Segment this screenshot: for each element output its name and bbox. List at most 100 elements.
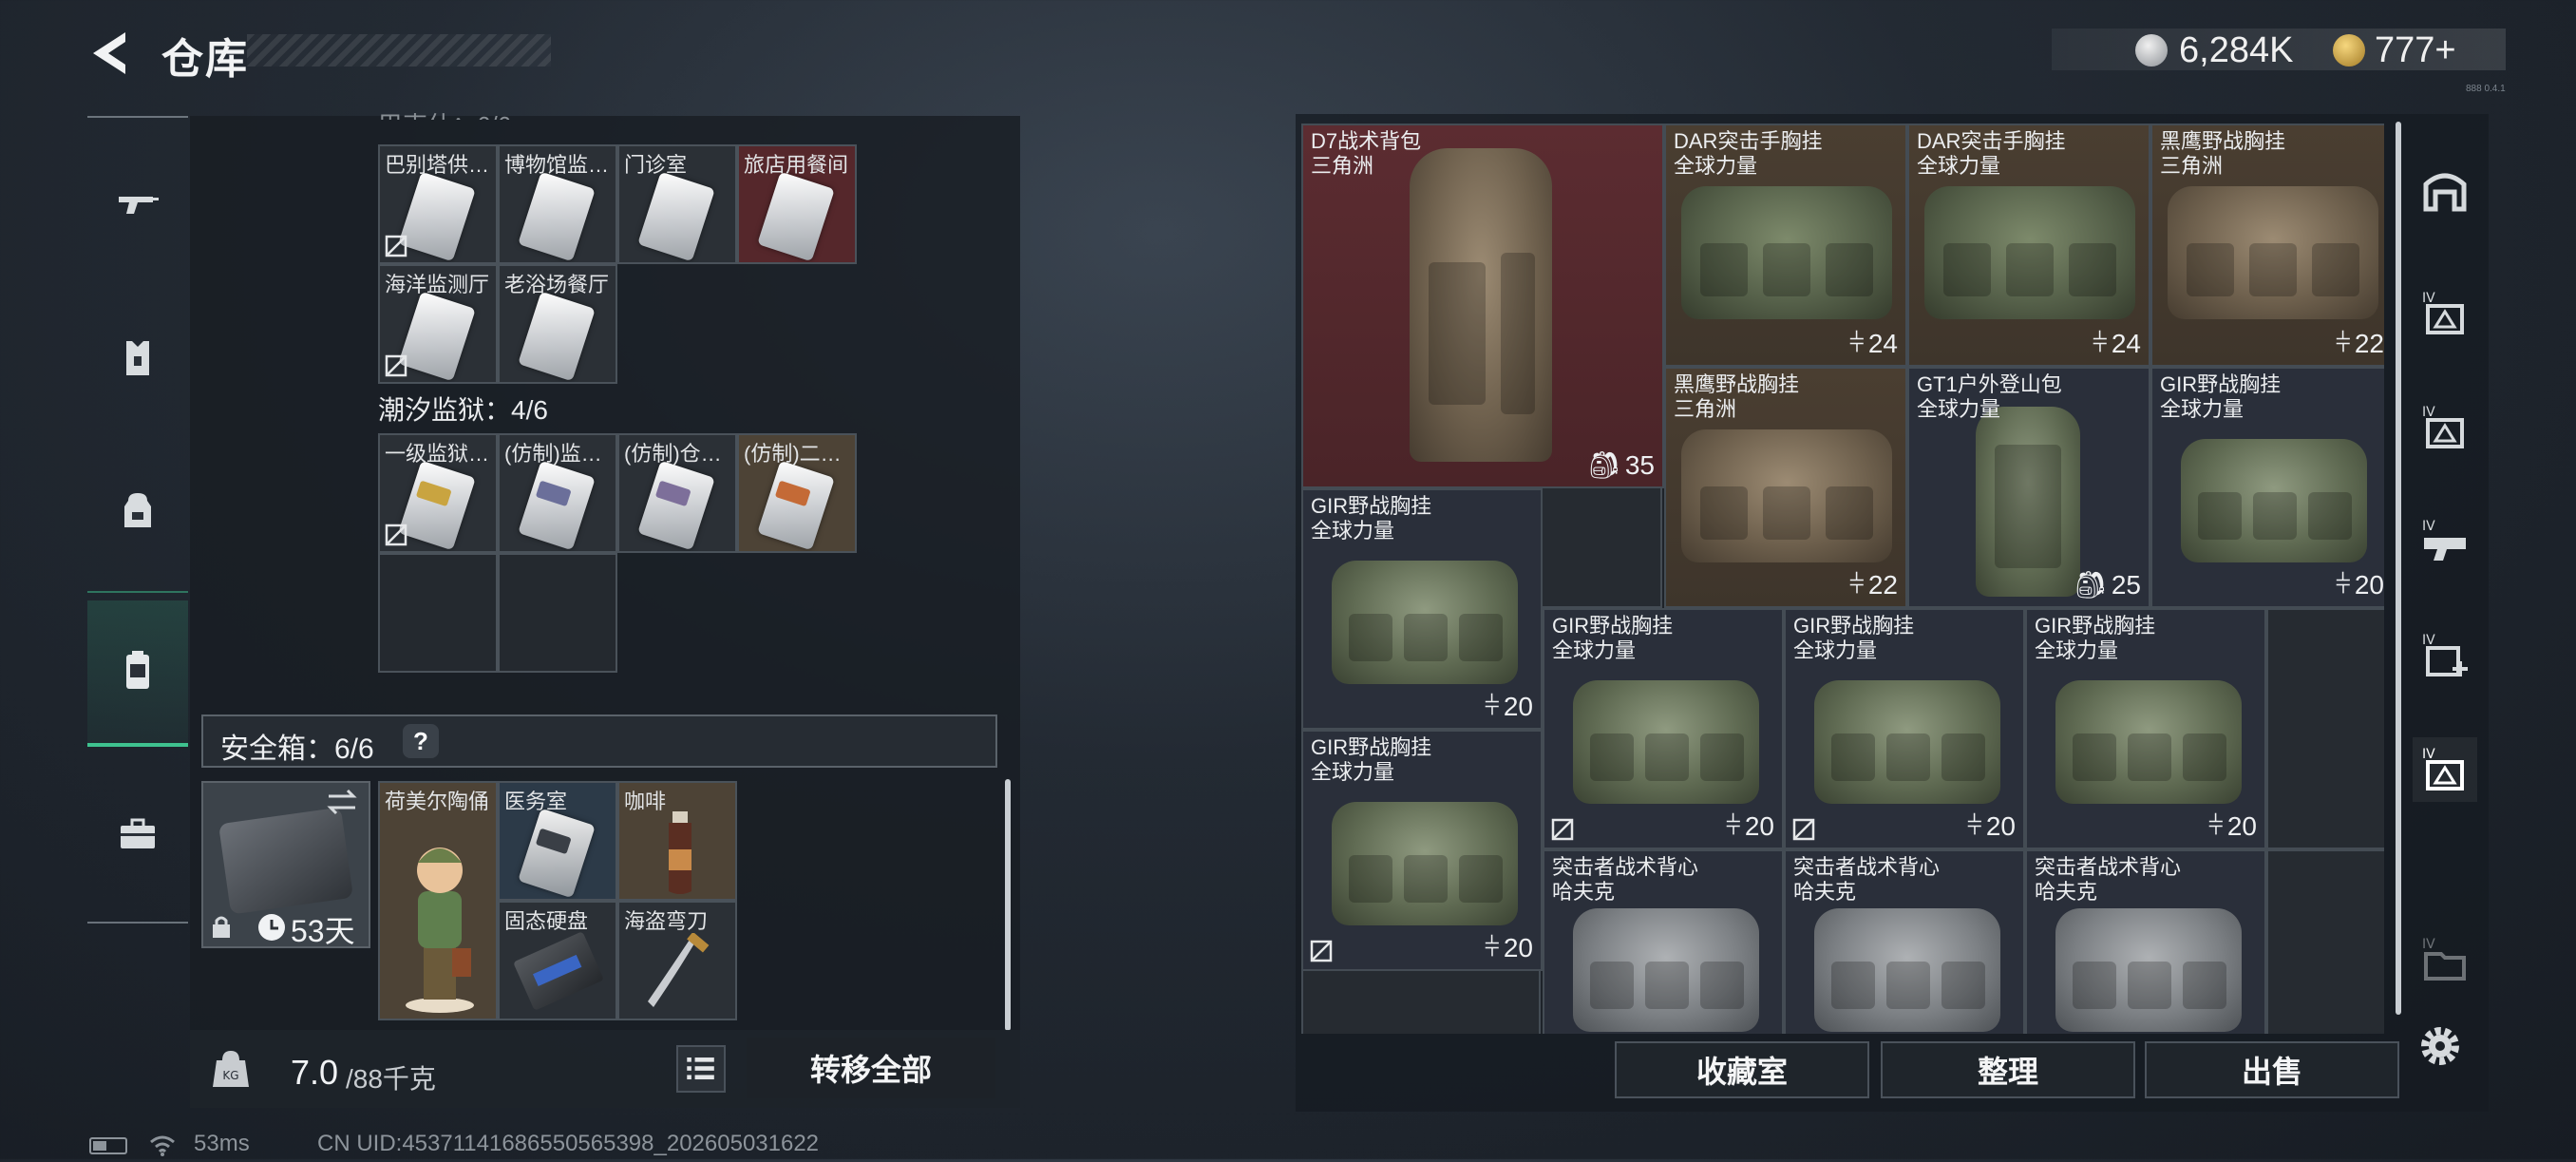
warehouse-tabs: IV IV IV IV IV IV [2399, 114, 2489, 1064]
warehouse-item[interactable]: 突击者战术背心 哈夫克 [1543, 849, 1784, 1034]
figurine-image [406, 848, 474, 1013]
tab-storage-5[interactable]: IV [2413, 737, 2477, 802]
back-arrow-icon[interactable] [87, 29, 133, 78]
warehouse-item[interactable]: GIR野战胸挂 全球力量 ⫩ 20 [1784, 608, 2025, 849]
backpack-icon: 🎒︎ [2074, 570, 2108, 600]
key-name: 巴别塔供… [385, 153, 490, 177]
key-slot[interactable]: (仿制)仓… [617, 433, 737, 553]
item-name: D7战术背包 三角洲 [1311, 129, 1422, 178]
item-durability: ⫩ 20 [2207, 810, 2257, 841]
ticket-value[interactable]: 777+ [2375, 30, 2456, 71]
item-durability: ⫩ 22 [1848, 569, 1898, 600]
nav-divider [87, 591, 188, 593]
ssd-image [513, 931, 604, 1011]
item-name: DAR突击手胸挂 全球力量 [1674, 129, 1823, 178]
safe-item-coffee[interactable]: 咖啡 [617, 781, 737, 901]
nav-item-armor[interactable] [87, 287, 188, 429]
item-durability: 🎒︎ 35 [1587, 449, 1655, 481]
warehouse-item[interactable]: 突击者战术背心 哈夫克 [2025, 849, 2266, 1034]
gun-case-icon: IV [2422, 519, 2466, 561]
vest-icon: ⫩ [2207, 810, 2224, 840]
uid-text: CN UID:4537114168655056539​8_20260503162… [317, 1131, 820, 1156]
key-slot[interactable]: 老浴场餐厅 [498, 264, 617, 384]
ping-text: 53ms [194, 1131, 250, 1156]
item-durability: ⫩ 22 [2335, 328, 2384, 358]
lock-icon [211, 914, 232, 939]
safe-item-key[interactable]: 医务室 [498, 781, 617, 901]
key-slot[interactable]: 海洋监测厅 [378, 264, 498, 384]
warehouse-item[interactable]: GIR野战胸挂 全球力量 ⫩ 20 [1543, 608, 1784, 849]
transfer-all-button[interactable]: 转移全部 [747, 1038, 995, 1098]
warehouse-item[interactable]: 黑鹰野战胸挂 三角洲 ⫩ 22 [1664, 367, 1907, 608]
vest-icon: ⫩ [2335, 569, 2351, 599]
warehouse-item[interactable]: GIR野战胸挂 全球力量 ⫩ 20 [1301, 730, 1543, 971]
safe-item-blade[interactable]: 海盗弯刀 [617, 901, 737, 1020]
warehouse-item[interactable]: 黑鹰野战胸挂 三角洲 ⫩ 22 [2150, 124, 2384, 367]
key-card-image [518, 291, 596, 382]
tab-storage-1[interactable]: IV [2413, 281, 2477, 346]
swap-icon[interactable] [323, 785, 361, 819]
vest-image [2055, 680, 2242, 804]
tab-all[interactable] [2413, 158, 2477, 222]
expansion-box-icon: IV [2422, 291, 2464, 334]
ticket-icon[interactable] [2333, 34, 2365, 67]
warehouse-item[interactable]: DAR突击手胸挂 全球力量 ⫩ 24 [1664, 124, 1907, 367]
vest-image [2055, 908, 2242, 1032]
warehouse-grid: D7战术背包 三角洲 🎒︎ 35 DAR突击手胸挂 全球力量 ⫩ 24 DAR突击手胸挂… [1301, 124, 2384, 1034]
key-slot[interactable]: (仿制)二… [737, 433, 857, 553]
gear-icon[interactable] [2418, 1024, 2462, 1068]
key-slot[interactable]: 博物馆监… [498, 144, 617, 264]
warehouse-icon [2423, 173, 2467, 212]
backpack-icon [124, 493, 151, 527]
key-slot[interactable]: 旅店用餐间 [737, 144, 857, 264]
collection-room-button[interactable]: 收藏室 [1615, 1041, 1869, 1098]
nav-item-backpack[interactable] [87, 439, 188, 581]
item-name: GIR野战胸挂 全球力量 [2035, 614, 2156, 662]
vest-image [2181, 439, 2367, 562]
vest-image [1924, 186, 2135, 319]
key-slot[interactable]: (仿制)监… [498, 433, 617, 553]
version-text: 888 0.4.1 [2466, 84, 2506, 94]
warehouse-item[interactable]: 突击者战术背心 哈夫克 [1784, 849, 2025, 1034]
list-view-button[interactable] [676, 1045, 726, 1093]
safe-box-days: 53天 [291, 914, 355, 948]
key-card-image [398, 171, 476, 262]
vest-icon: ⫩ [1848, 328, 1865, 357]
nav-divider [87, 922, 188, 924]
svg-text:IV: IV [2422, 633, 2435, 648]
warehouse-item[interactable]: GIR野战胸挂 全球力量 ⫩ 20 [1301, 488, 1543, 730]
tab-storage-6[interactable]: IV [2413, 927, 2477, 992]
item-durability: ⫩ 20 [1725, 810, 1774, 841]
svg-text:IV: IV [2422, 747, 2435, 762]
stash-scrollbar[interactable] [1005, 779, 1011, 1031]
nav-item-keys[interactable] [87, 600, 188, 747]
svg-text:IV: IV [2422, 405, 2435, 420]
vest-image [2168, 186, 2378, 319]
key-slot[interactable]: 巴别塔供… [378, 144, 498, 264]
sell-button[interactable]: 出售 [2145, 1041, 2399, 1098]
nav-item-weapons[interactable] [87, 135, 188, 277]
warehouse-item[interactable]: D7战术背包 三角洲 🎒︎ 35 [1301, 124, 1664, 488]
nav-item-misc[interactable] [87, 762, 188, 905]
empty-slot [1541, 485, 1662, 608]
item-name: DAR突击手胸挂 全球力量 [1917, 129, 2066, 178]
item-name: GIR野战胸挂 全球力量 [1311, 735, 1432, 784]
warehouse-item[interactable]: DAR突击手胸挂 全球力量 ⫩ 24 [1907, 124, 2150, 367]
item-name: 荷美尔陶俑 [385, 790, 490, 813]
key-card-image [637, 460, 715, 551]
key-slot[interactable]: 一级监狱… [378, 433, 498, 553]
organize-button[interactable]: 整理 [1881, 1041, 2135, 1098]
title-decoration [247, 34, 551, 67]
key-card-image [398, 291, 476, 382]
warehouse-item[interactable]: GIR野战胸挂 全球力量 ⫩ 20 [2025, 608, 2266, 849]
key-name: 博物馆监… [504, 153, 610, 177]
key-slot[interactable]: 门诊室 [617, 144, 737, 264]
tab-storage-3[interactable]: IV [2413, 509, 2477, 574]
help-button[interactable]: ? [403, 724, 439, 758]
warehouse-item[interactable]: GIR野战胸挂 全球力量 ⫩ 20 [2150, 367, 2384, 608]
safe-item-figurine[interactable]: 荷美尔陶俑 [378, 781, 498, 1020]
tab-storage-2[interactable]: IV [2413, 395, 2477, 460]
warehouse-item[interactable]: GT1户外登山包 全球力量 🎒︎ 25 [1907, 367, 2150, 608]
safe-item-ssd[interactable]: 固态硬盘 [498, 901, 617, 1020]
tab-storage-4[interactable]: IV [2413, 623, 2477, 688]
